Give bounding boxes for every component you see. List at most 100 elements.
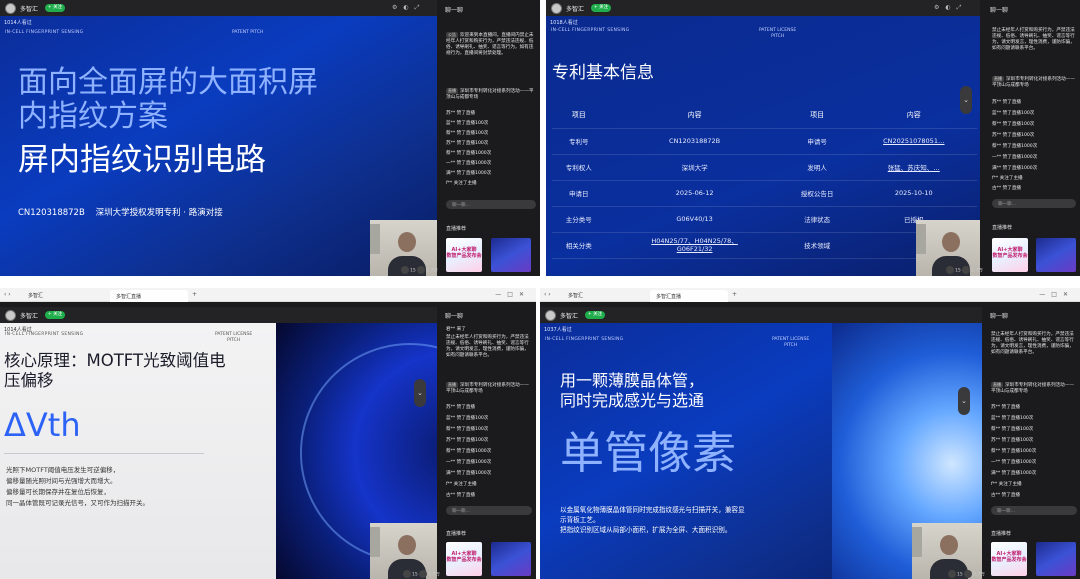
like-icon[interactable] bbox=[946, 266, 954, 274]
chat-item: 蔡** 赞了直播1000次 bbox=[446, 151, 492, 156]
table-row: 专利权人 深圳大学 发明人 张猛、苏庆知、… bbox=[552, 154, 977, 181]
follow-button[interactable]: + 关注 bbox=[45, 311, 65, 319]
recommend-card-2[interactable] bbox=[1036, 542, 1076, 576]
chat-sidebar: 聊一聊 君** 来了 禁止未经年人打赏和购买行为，严禁违法违规、低俗、诱导刷礼、… bbox=[403, 302, 536, 579]
slide-title-line2: 内指纹方案 bbox=[18, 99, 168, 134]
scroll-down-button[interactable]: ⌄ bbox=[414, 379, 426, 407]
streamer-name[interactable]: 多智汇 bbox=[20, 311, 38, 320]
chat-header: 聊一聊 bbox=[445, 7, 464, 14]
stream-header: 多智汇 + 关注 bbox=[0, 307, 437, 323]
follow-button[interactable]: + 关注 bbox=[45, 4, 65, 12]
slide-heading-line1: 核心原理：MOTFT光致阈值电 bbox=[4, 351, 226, 370]
viewer-count: 1037人看过 bbox=[544, 327, 572, 333]
streamer-avatar[interactable] bbox=[551, 3, 562, 14]
chat-item: 蓝** 赞了直播100次 bbox=[991, 416, 1034, 421]
browser-tab-active[interactable]: 多智汇直播 bbox=[650, 290, 728, 302]
table-header-cell: 内容 bbox=[605, 102, 784, 129]
chat-item: 苏** 赞了直播 bbox=[446, 405, 476, 410]
chat-item: 苏** 赞了直播 bbox=[991, 405, 1021, 410]
chat-input[interactable]: 聊一聊… bbox=[992, 199, 1076, 208]
view-icon bbox=[964, 570, 973, 578]
chat-item: f** 关注了主播 bbox=[991, 482, 1022, 487]
table-header-cell: 项目 bbox=[783, 102, 851, 129]
chat-item: 满** 赞了直播1000次 bbox=[991, 471, 1037, 476]
window-controls[interactable]: —□✕ bbox=[1039, 291, 1074, 298]
recommend-card-2[interactable] bbox=[491, 542, 531, 576]
chat-item: 古** 赞了直播 bbox=[992, 186, 1022, 191]
like-icon[interactable] bbox=[401, 266, 409, 274]
new-tab-icon[interactable]: + bbox=[732, 291, 737, 298]
recommend-title: 直播推荐 bbox=[991, 531, 1012, 537]
table-header-row: 项目 内容 项目 内容 bbox=[552, 102, 977, 129]
chat-item: 蓝** 赞了直播100次 bbox=[992, 111, 1035, 116]
chat-input[interactable]: 聊一聊… bbox=[446, 506, 532, 515]
streamer-avatar[interactable] bbox=[545, 310, 556, 321]
slide-footer: CN120318872B 深圳大学授权发明专利 · 路演对接 bbox=[18, 208, 223, 218]
streamer-name[interactable]: 多智汇 bbox=[566, 4, 584, 13]
slide-desc-1: 以金属氧化物薄膜晶体管同时完成指纹感光与扫描开关，兼容显 bbox=[560, 506, 745, 514]
chat-item: 满** 赞了直播1000次 bbox=[446, 171, 492, 176]
recommend-card-1[interactable]: AI+大家聊 数智产品发布会 bbox=[446, 238, 482, 272]
chat-item: 苏** 赞了直播 bbox=[446, 111, 476, 116]
chat-item: f** 关注了主播 bbox=[446, 482, 477, 487]
chat-item: f** 关注了主播 bbox=[992, 176, 1023, 181]
browser-tab-active[interactable]: 多智汇直播 bbox=[110, 290, 188, 302]
scroll-down-button[interactable]: ⌄ bbox=[958, 387, 970, 415]
like-icon[interactable] bbox=[948, 570, 956, 578]
chat-item: 满** 赞了直播1000次 bbox=[992, 166, 1038, 171]
slide-single-pixel: 1037人看过 IN-CELL FINGERPRINT SENSING PATE… bbox=[540, 323, 982, 579]
recommend-card-1[interactable]: AI+大家聊 数智产品发布会 bbox=[991, 542, 1027, 576]
chat-sidebar: 聊一聊 公告 欢迎来到本直播间，直播间内禁止未经年人打赏和购买行为，严禁违法违规、… bbox=[401, 0, 540, 276]
slide-line1: 用一颗薄膜晶体管， bbox=[560, 371, 705, 390]
chat-item: 苏** 赞了直播 bbox=[992, 100, 1022, 105]
chat-item: 满** 赞了直播1000次 bbox=[446, 471, 492, 476]
chat-system: 直播 深圳市专利转化对接系列活动——平顶山与成都专场 bbox=[991, 382, 1074, 394]
back-icon[interactable]: ‹ › bbox=[544, 291, 551, 298]
recommend-card-2[interactable] bbox=[491, 238, 531, 272]
chat-item: 一** 赞了直播1000次 bbox=[992, 155, 1038, 160]
browser-home-tab[interactable]: 多智汇 bbox=[28, 292, 43, 299]
slide-tag-left: IN-CELL FINGERPRINT SENSING bbox=[551, 28, 630, 33]
stream-panel-4: ‹ › 多智汇 多智汇直播 + —□✕ 多智汇 + 关注 1037人看过 IN-… bbox=[540, 288, 1080, 579]
browser-home-tab[interactable]: 多智汇 bbox=[568, 292, 583, 299]
header-icons[interactable]: ⚙◐⤢ bbox=[934, 4, 967, 12]
table-header-cell: 项目 bbox=[552, 102, 606, 129]
stream-panel-3: ‹ › 多智汇 多智汇直播 + —□✕ 多智汇 + 关注 1014人看过 IN-… bbox=[0, 288, 536, 579]
view-icon bbox=[962, 266, 971, 274]
follow-button[interactable]: + 关注 bbox=[591, 4, 611, 12]
new-tab-icon[interactable]: + bbox=[192, 291, 197, 298]
chat-item: 蔡** 赞了直播1000次 bbox=[991, 449, 1037, 454]
chat-sidebar: 聊一聊 禁止未经年人打赏和购买行为，严禁违法违规、低俗、诱导刷礼、抽奖、谣言等行… bbox=[946, 0, 1080, 276]
chat-system: 直播 深圳市专利转化对接系列活动——平顶山与成都专场 bbox=[446, 382, 529, 394]
chat-item: 古** 赞了直播 bbox=[991, 493, 1021, 498]
streamer-avatar[interactable] bbox=[5, 310, 16, 321]
stream-header: 多智汇 + 关注 ⚙◐⤢ bbox=[0, 0, 437, 16]
chat-item: 苏** 赞了直播100次 bbox=[446, 141, 489, 146]
browser-tabbar: ‹ › 多智汇 多智汇直播 + —□✕ bbox=[0, 288, 536, 302]
chat-input[interactable]: 聊一聊… bbox=[991, 506, 1077, 515]
streamer-name[interactable]: 多智汇 bbox=[560, 311, 578, 320]
recommend-title: 直播推荐 bbox=[992, 225, 1013, 231]
like-icon[interactable] bbox=[403, 570, 411, 578]
back-icon[interactable]: ‹ › bbox=[4, 291, 11, 298]
slide-cover: 1014人看过 IN-CELL FINGERPRINT SENSING PATE… bbox=[0, 16, 437, 276]
window-controls[interactable]: —□✕ bbox=[495, 291, 530, 298]
chat-item: 蔡** 赞了直播1000次 bbox=[992, 144, 1038, 149]
table-row: 申请日 2025-06-12 授权公告日 2025-10-10 bbox=[552, 180, 977, 207]
streamer-name[interactable]: 多智汇 bbox=[20, 4, 38, 13]
recommend-card-2[interactable] bbox=[1036, 238, 1076, 272]
slide-patent-info: 1018人看过 IN-CELL FINGERPRINT SENSING PATE… bbox=[546, 16, 980, 276]
chat-input[interactable]: 聊一聊… bbox=[446, 200, 536, 209]
slide-tag-left: IN-CELL FINGERPRINT SENSING bbox=[545, 337, 624, 342]
header-icons[interactable]: ⚙◐⤢ bbox=[392, 4, 425, 12]
chat-item: 一** 赞了直播1000次 bbox=[446, 460, 492, 465]
slide-tag-right: PATENT PITCH bbox=[232, 30, 264, 35]
streamer-avatar[interactable] bbox=[5, 3, 16, 14]
slide-big-symbol: ΔVth bbox=[4, 406, 81, 444]
recommend-card-1[interactable]: AI+大家聊 数智产品发布会 bbox=[446, 542, 482, 576]
follow-button[interactable]: + 关注 bbox=[585, 311, 605, 319]
slide-tag-right: PATENT LICENSE PITCH bbox=[759, 28, 797, 39]
recommend-card-1[interactable]: AI+大家聊 数智产品发布会 bbox=[992, 238, 1028, 272]
chat-item: 蔡** 赞了直播100次 bbox=[446, 427, 489, 432]
chat-notice: 禁止未经年人打赏和购买行为，严禁违法违规、低俗、诱导刷礼、抽奖、谣言等行为，请文… bbox=[992, 28, 1075, 51]
